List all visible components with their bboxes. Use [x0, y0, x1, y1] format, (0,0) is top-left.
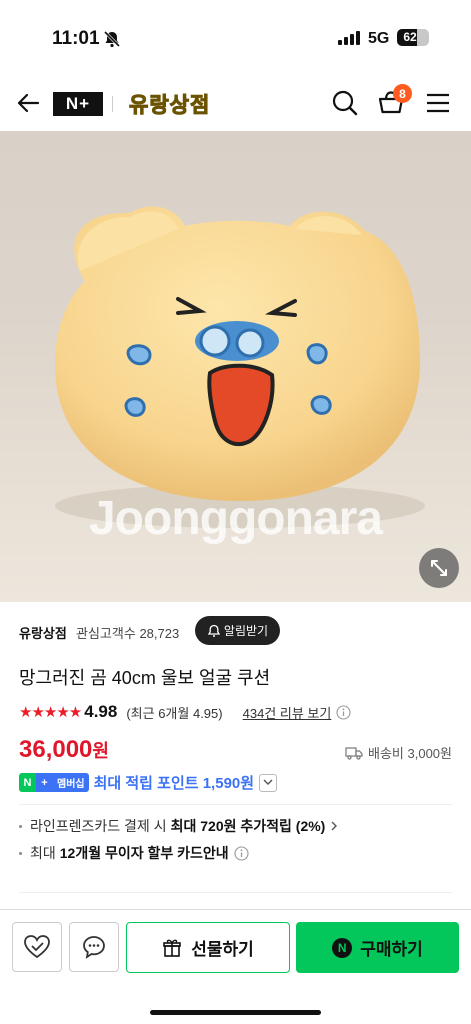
rating-row: ★★★★★ 4.98 (최근 6개월 4.95) 434건 리뷰 보기: [19, 702, 351, 722]
network-type: 5G: [368, 30, 390, 47]
back-arrow-icon[interactable]: [14, 89, 42, 117]
chevron-right-icon: [331, 821, 338, 831]
bell-muted-icon: [103, 30, 121, 48]
chat-icon: [83, 936, 105, 959]
heart-check-icon: [24, 935, 50, 959]
membership-row[interactable]: N + 멤버십 최대 적립 포인트 1,590원: [19, 772, 278, 793]
benefit-prefix: 최대: [30, 845, 56, 861]
product-image[interactable]: Joonggonara: [0, 131, 471, 602]
product-title: 망그러진 곰 40cm 울보 얼굴 쿠션: [19, 668, 271, 688]
benefit-prefix: 라인프렌즈카드 결제 시: [30, 818, 167, 834]
rating-recent: (최근 6개월 4.95): [126, 705, 223, 721]
shop-name[interactable]: 유랑상점: [128, 89, 210, 119]
buy-label: 구매하기: [360, 940, 423, 959]
nav-divider: [112, 96, 113, 112]
top-nav: N+ 유랑상점 8: [0, 75, 471, 131]
battery-level: 62: [403, 30, 417, 44]
search-icon[interactable]: [329, 87, 361, 119]
shipping-text: 배송비 3,000원: [368, 746, 452, 761]
gift-button[interactable]: 선물하기: [126, 922, 290, 973]
naver-plus-logo[interactable]: N+: [53, 92, 103, 116]
follower-count: 관심고객수 28,723: [76, 623, 179, 642]
info-icon[interactable]: [234, 845, 249, 861]
benefit-card[interactable]: 라인프렌즈카드 결제 시 최대 720원 추가적립 (2%): [19, 816, 339, 836]
price-unit: 원: [92, 741, 109, 761]
buy-button[interactable]: N 구매하기: [296, 922, 459, 973]
membership-points: 최대 적립 포인트 1,590원: [93, 775, 255, 792]
home-indicator: [150, 1010, 321, 1015]
chevron-down-icon: [263, 779, 273, 785]
bottom-action-bar: 선물하기 N 구매하기: [0, 909, 471, 1024]
benefit-bold: 12개월 무이자 할부 카드안내: [59, 845, 229, 861]
reviews-link[interactable]: 434건 리뷰 보기: [243, 703, 332, 722]
bell-plus-icon: [207, 624, 221, 637]
expand-icon: [431, 560, 447, 576]
shipping-fee: 배송비 3,000원: [345, 743, 452, 762]
star-rating-icon: ★★★★★: [19, 704, 82, 721]
benefit-bold: 최대 720원 추가적립 (2%): [170, 818, 326, 834]
gift-label: 선물하기: [191, 940, 254, 959]
price-value: 36,000: [19, 736, 93, 763]
naver-n-icon: N: [19, 773, 36, 792]
expand-image-button[interactable]: [419, 548, 459, 588]
battery-icon: 62: [397, 29, 429, 46]
divider: [19, 804, 452, 805]
watermark: Joonggonara: [88, 492, 383, 545]
price: 36,000원: [19, 736, 109, 764]
membership-badge: N + 멤버십: [19, 773, 89, 792]
plus-icon: +: [36, 773, 53, 792]
truck-icon: [345, 746, 363, 760]
chat-button[interactable]: [69, 922, 119, 972]
info-icon[interactable]: [336, 704, 351, 720]
benefit-installment[interactable]: 최대 12개월 무이자 할부 카드안내: [19, 843, 249, 863]
rating-score: 4.98: [84, 702, 118, 721]
bullet: [19, 824, 22, 828]
alarm-label: 알림받기: [223, 624, 269, 638]
signal-icon: [338, 31, 360, 45]
bullet: [19, 851, 22, 855]
membership-expand-button[interactable]: [259, 773, 278, 792]
wishlist-button[interactable]: [12, 922, 62, 972]
cart-count-badge: 8: [393, 84, 412, 103]
naver-pay-icon: N: [332, 937, 353, 958]
divider: [19, 892, 452, 893]
clock: 11:01: [52, 28, 100, 49]
seller-name[interactable]: 유랑상점: [19, 623, 67, 642]
membership-tag: 멤버십: [53, 773, 89, 792]
menu-icon[interactable]: [422, 87, 454, 119]
status-bar: 11:01 5G 62: [0, 0, 471, 75]
alarm-button[interactable]: 알림받기: [195, 616, 280, 645]
gift-icon: [163, 939, 182, 957]
follower-label: 관심고객수: [76, 626, 136, 641]
follower-value: 28,723: [139, 626, 180, 641]
